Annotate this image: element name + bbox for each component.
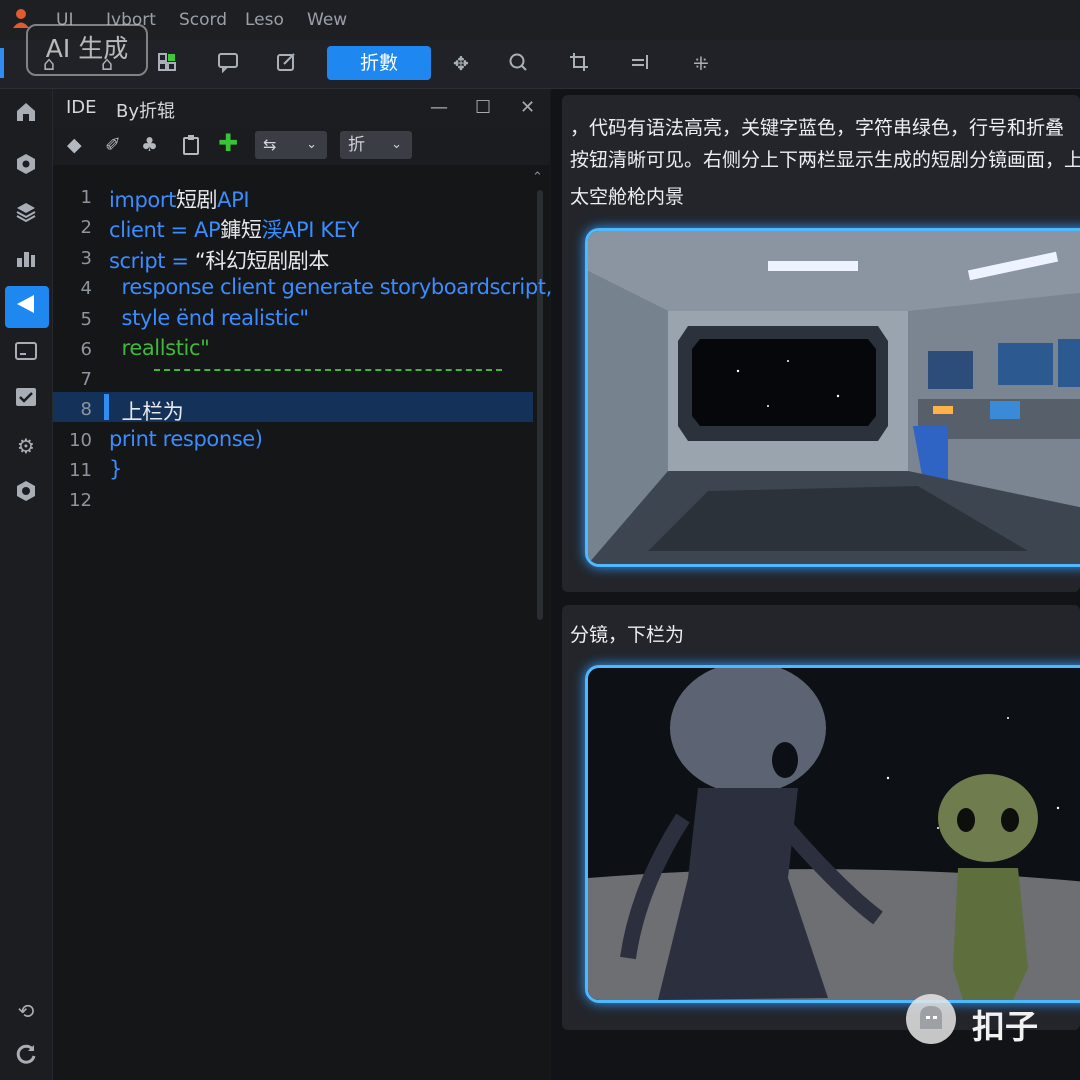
- shot2-caption: 分镜，下栏为: [570, 624, 685, 646]
- code-token: reallstic": [109, 336, 210, 360]
- activity-sidebar: [0, 89, 53, 1080]
- pin-icon[interactable]: ◆: [67, 134, 82, 156]
- code-line[interactable]: reallstic": [109, 336, 210, 360]
- clipboard-icon[interactable]: [181, 134, 201, 161]
- active-tool-marker: [0, 48, 4, 78]
- code-line[interactable]: script = “科幻短剧剧本: [109, 245, 329, 275]
- tab-file[interactable]: By折辊: [116, 97, 175, 123]
- layout-icon[interactable]: [154, 51, 180, 77]
- description-line-1: ，代码有语法高亮，关键字蓝色，字符串绿色，行号和折叠: [570, 117, 1065, 139]
- editor-scrollbar[interactable]: [537, 190, 543, 620]
- code-token: 龲短: [220, 218, 262, 242]
- code-line[interactable]: print response): [109, 427, 263, 451]
- pen-icon[interactable]: ✐: [105, 134, 121, 156]
- chevron-down-icon: ⌄: [391, 137, 402, 152]
- crop-icon[interactable]: [566, 51, 592, 77]
- refresh-icon[interactable]: ⟲: [11, 996, 41, 1026]
- close-icon[interactable]: ✕: [520, 97, 535, 118]
- editor-tab-bar: IDE By折辊 — ☐ ✕: [53, 89, 550, 127]
- check-icon[interactable]: [11, 385, 41, 415]
- line-number: 4: [80, 278, 92, 299]
- line-number: 12: [69, 490, 92, 511]
- chart-icon[interactable]: [11, 246, 41, 276]
- code-line[interactable]: }: [109, 457, 122, 481]
- spaceship-interior-image: [588, 231, 1080, 564]
- line-number: 6: [80, 339, 92, 360]
- align-icon[interactable]: [627, 51, 653, 77]
- shot1-caption: 太空舱枪内景: [570, 186, 685, 208]
- wrap-icon: ⇆: [263, 135, 277, 154]
- storyboard-shot-1[interactable]: [585, 228, 1080, 567]
- group-icon[interactable]: ♣: [141, 134, 158, 156]
- line-number: 2: [80, 217, 92, 238]
- fold-dropdown-value: 折: [348, 135, 365, 155]
- code-line[interactable]: response client generate storyboardscrip…: [109, 275, 553, 299]
- code-token: style ënd realistic": [109, 306, 310, 330]
- code-line[interactable]: 上栏为: [109, 396, 184, 426]
- code-token: import: [109, 188, 176, 212]
- main-toolbar: ⌂ ⌂ 折數 ✥ ⁜: [0, 40, 1080, 89]
- search-icon[interactable]: [505, 51, 531, 77]
- home-icon[interactable]: [11, 100, 41, 130]
- add-icon[interactable]: ✚: [218, 129, 238, 157]
- dashed-divider: [154, 369, 502, 371]
- code-token: “科幻短剧剧本: [194, 249, 329, 273]
- code-token: 上栏为: [109, 400, 184, 424]
- gear-alt-icon[interactable]: [11, 479, 41, 509]
- code-line[interactable]: style ënd realistic": [109, 306, 310, 330]
- storyboard-shot-2[interactable]: [585, 665, 1080, 1003]
- code-token: API: [217, 188, 250, 212]
- line-number: 7: [80, 369, 92, 390]
- description-line-2: 按钮清晰可见。右侧分上下两栏显示生成的短剧分镜画面，上: [570, 149, 1080, 171]
- send-icon[interactable]: [11, 292, 41, 322]
- code-token: 渓API KEY: [261, 218, 360, 242]
- code-token: script =: [109, 249, 195, 273]
- scroll-up-icon[interactable]: ⌃: [532, 170, 543, 185]
- hexagon-icon[interactable]: [11, 152, 41, 182]
- menu-item-view[interactable]: Wew: [307, 10, 347, 30]
- code-line[interactable]: import短剧API: [109, 184, 250, 214]
- primary-action-button[interactable]: 折數: [327, 46, 431, 80]
- code-token: 短剧: [175, 188, 218, 212]
- tab-ide[interactable]: IDE: [66, 97, 97, 118]
- minimize-icon[interactable]: —: [430, 97, 448, 118]
- sparkle-icon[interactable]: ⁜: [688, 51, 714, 77]
- menu-item-scord[interactable]: Scord: [179, 10, 227, 30]
- layers-icon[interactable]: [11, 200, 41, 230]
- chevron-down-icon: ⌄: [306, 137, 317, 152]
- format-dropdown[interactable]: ⇆ ⌄: [255, 131, 327, 159]
- fold-dropdown[interactable]: 折 ⌄: [340, 131, 412, 159]
- edit-icon[interactable]: [274, 51, 300, 77]
- code-token: client = AP: [109, 218, 221, 242]
- menu-item-leso[interactable]: Leso: [245, 10, 284, 30]
- line-number: 5: [80, 309, 92, 330]
- code-line[interactable]: client = AP龲短渓API KEY: [109, 214, 359, 244]
- line-number: 8: [80, 399, 92, 420]
- line-number: 10: [69, 430, 92, 451]
- editor-toolbar: ◆ ✐ ♣ ✚ ⇆ ⌄ 折 ⌄: [53, 127, 550, 165]
- terminal-icon[interactable]: [11, 339, 41, 369]
- sync-icon[interactable]: [11, 1042, 41, 1072]
- menu-bar: UI Ivbort Scord Leso Wew: [0, 0, 1080, 40]
- line-number: 11: [69, 460, 92, 481]
- code-token: response client generate storyboardscrip…: [109, 275, 553, 299]
- gear-icon[interactable]: ⚙: [11, 431, 41, 461]
- maximize-icon[interactable]: ☐: [475, 97, 491, 118]
- code-token: print response): [109, 427, 263, 451]
- ai-generated-badge: AI 生成: [26, 24, 148, 76]
- line-number: 1: [80, 187, 92, 208]
- chat-icon[interactable]: [215, 51, 241, 77]
- brand-watermark: 扣子: [972, 1007, 1038, 1046]
- brand-logo-icon: [906, 994, 956, 1044]
- line-number: 3: [80, 248, 92, 269]
- transform-icon[interactable]: ✥: [448, 51, 474, 77]
- code-token: }: [109, 457, 122, 481]
- aliens-scene-image: [588, 668, 1080, 1000]
